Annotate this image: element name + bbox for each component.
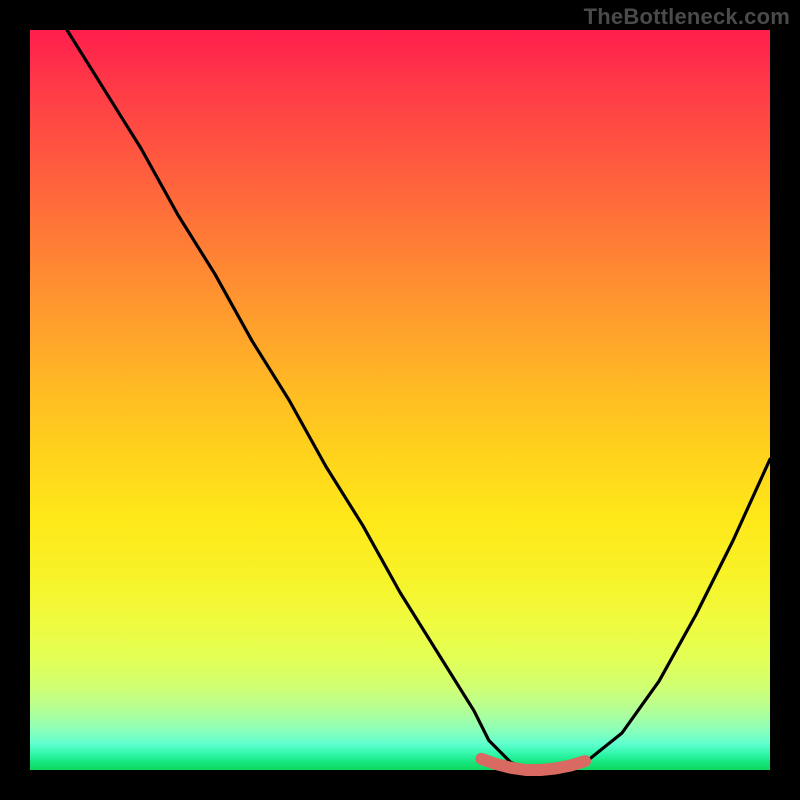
bottleneck-curve-path bbox=[67, 30, 770, 770]
chart-svg bbox=[30, 30, 770, 770]
chart-plot-area bbox=[30, 30, 770, 770]
bottleneck-highlight-path bbox=[481, 759, 585, 770]
chart-frame: TheBottleneck.com bbox=[0, 0, 800, 800]
watermark-text: TheBottleneck.com bbox=[584, 4, 790, 30]
